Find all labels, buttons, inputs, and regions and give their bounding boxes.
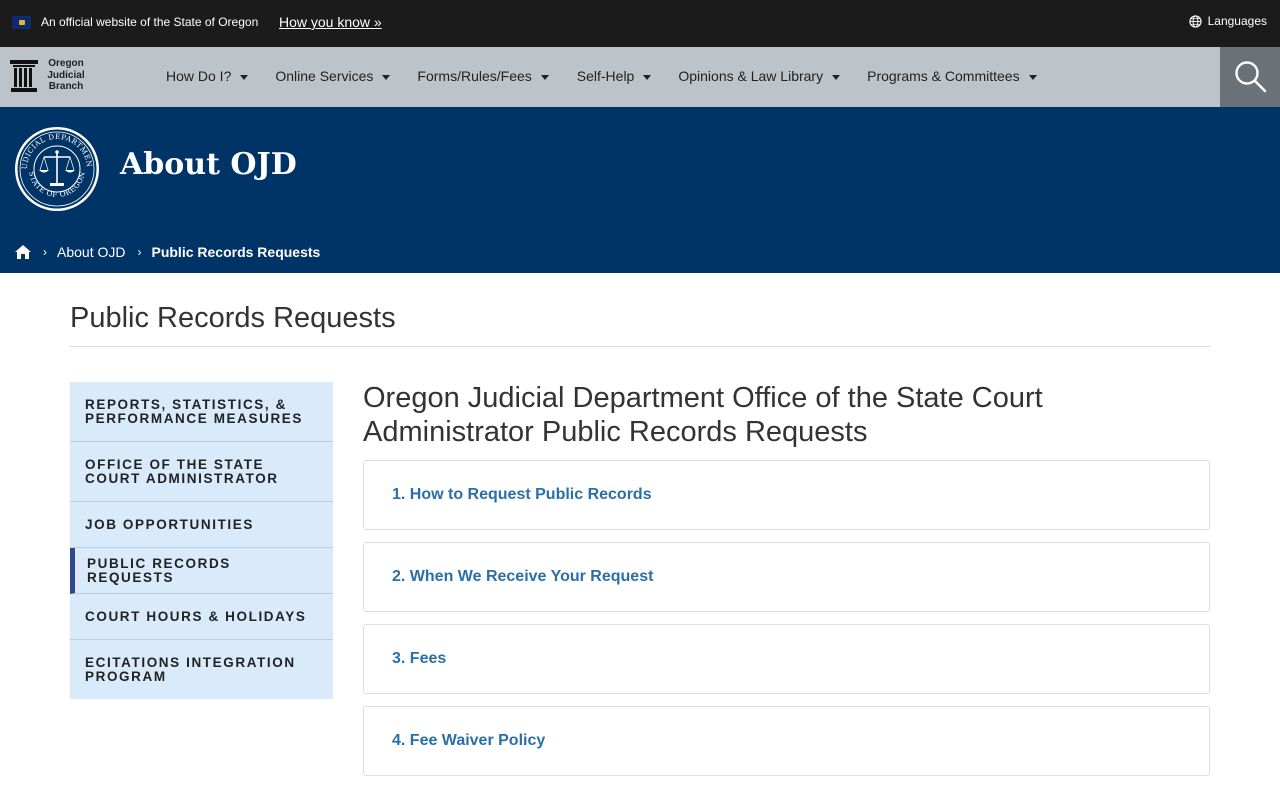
caret-down-icon — [240, 74, 249, 80]
sidebar-item-public-records[interactable]: Public Records Requests — [70, 548, 333, 594]
how-you-know-link[interactable]: How you know » — [279, 14, 382, 30]
nav-opinions-law-library-label: Opinions & Law Library — [678, 68, 824, 84]
sidebar-item-label: Job Opportunities — [85, 516, 254, 532]
official-website-text: An official website of the State of Oreg… — [41, 15, 259, 29]
caret-down-icon — [1028, 74, 1037, 80]
caret-down-icon — [382, 74, 391, 80]
nav-how-do-i[interactable]: How Do I? — [166, 68, 249, 84]
nav-menu: How Do I? Online Services Forms/Rules/Fe… — [166, 68, 1037, 84]
hero-banner: JUDICIAL DEPARTMENT STATE OF OREGON Abou… — [0, 107, 1280, 273]
caret-down-icon — [643, 74, 652, 80]
caret-down-icon — [540, 74, 549, 80]
divider — [70, 346, 1210, 347]
official-banner: An official website of the State of Oreg… — [0, 0, 1280, 47]
sidebar-item-label: Office of the State Court Administrator — [85, 456, 279, 486]
section-heading: Oregon Judicial Department Office of the… — [363, 382, 1043, 448]
nav-programs-committees[interactable]: Programs & Committees — [867, 68, 1037, 84]
nav-forms-rules-fees[interactable]: Forms/Rules/Fees — [417, 68, 549, 84]
sidebar-nav: Reports, Statistics, & Performance Measu… — [70, 382, 333, 699]
search-icon — [1235, 61, 1267, 93]
main-navbar: Oregon Judicial Branch How Do I? Online … — [0, 47, 1280, 107]
nav-opinions-law-library[interactable]: Opinions & Law Library — [678, 68, 841, 84]
oregon-flag-icon — [12, 16, 31, 29]
breadcrumb-about-ojd[interactable]: About OJD — [57, 244, 125, 260]
languages-label: Languages — [1207, 14, 1267, 28]
breadcrumb-current: Public Records Requests — [151, 244, 321, 260]
chevron-right-icon: › — [137, 245, 142, 259]
logo-text: Oregon Judicial Branch — [44, 58, 88, 93]
accordion-item-fees[interactable]: 3. Fees — [363, 624, 1210, 694]
sidebar-item-reports[interactable]: Reports, Statistics, & Performance Measu… — [70, 382, 333, 442]
globe-icon — [1188, 14, 1202, 28]
sidebar-item-label: Court Hours & Holidays — [85, 608, 307, 624]
nav-online-services[interactable]: Online Services — [275, 68, 391, 84]
accordion-item-label: 2. When We Receive Your Request — [392, 568, 654, 585]
languages-button[interactable]: Languages — [1188, 14, 1267, 28]
sidebar-item-ecitations[interactable]: eCitations Integration Program — [70, 640, 333, 699]
accordion-item-fee-waiver[interactable]: 4. Fee Waiver Policy — [363, 706, 1210, 776]
page-title: Public Records Requests — [70, 302, 396, 334]
accordion-item-how-to-request[interactable]: 1. How to Request Public Records — [363, 460, 1210, 530]
courthouse-pillar-icon — [10, 60, 38, 92]
nav-forms-rules-fees-label: Forms/Rules/Fees — [417, 68, 532, 84]
nav-self-help[interactable]: Self-Help — [577, 68, 652, 84]
breadcrumb: › About OJD › Public Records Requests — [15, 244, 320, 260]
nav-how-do-i-label: How Do I? — [166, 68, 232, 84]
logo-line-1: Oregon — [48, 58, 84, 69]
nav-programs-committees-label: Programs & Committees — [867, 68, 1020, 84]
accordion-item-label: 4. Fee Waiver Policy — [392, 732, 546, 749]
logo-line-2: Judicial — [47, 69, 85, 81]
search-button[interactable] — [1220, 47, 1280, 107]
sidebar-item-jobs[interactable]: Job Opportunities — [70, 502, 333, 548]
ojd-logo[interactable]: Oregon Judicial Branch — [8, 57, 98, 97]
hero-title: About OJD — [120, 147, 297, 182]
accordion-item-label: 1. How to Request Public Records — [392, 486, 652, 503]
sidebar-item-court-hours[interactable]: Court Hours & Holidays — [70, 594, 333, 640]
judicial-seal-icon: JUDICIAL DEPARTMENT STATE OF OREGON — [14, 126, 99, 211]
chevron-right-icon: › — [43, 245, 47, 259]
home-icon[interactable] — [15, 245, 31, 259]
sidebar-item-osca[interactable]: Office of the State Court Administrator — [70, 442, 333, 502]
logo-line-3: Branch — [48, 81, 84, 92]
accordion-item-label: 3. Fees — [392, 650, 447, 667]
sidebar-item-label: Reports, Statistics, & Performance Measu… — [85, 396, 304, 426]
caret-down-icon — [832, 74, 841, 80]
sidebar-item-label: eCitations Integration Program — [85, 654, 296, 684]
nav-online-services-label: Online Services — [275, 68, 374, 84]
accordion-item-when-received[interactable]: 2. When We Receive Your Request — [363, 542, 1210, 612]
nav-self-help-label: Self-Help — [576, 68, 635, 84]
sidebar-item-label: Public Records Requests — [87, 555, 231, 585]
